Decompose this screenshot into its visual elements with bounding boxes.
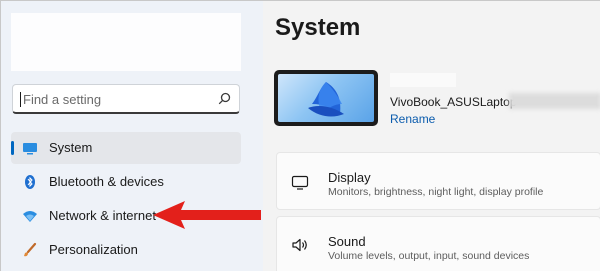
redacted-model [509, 93, 600, 109]
device-name: VivoBook_ASUSLaptop [390, 95, 517, 109]
brush-icon [24, 242, 37, 257]
search-placeholder: Find a setting [23, 92, 102, 107]
rename-link[interactable]: Rename [390, 112, 435, 126]
card-title: Display [328, 170, 371, 185]
search-icon[interactable] [218, 92, 231, 105]
sidebar-item-label: Bluetooth & devices [49, 174, 164, 189]
device-thumbnail [274, 70, 378, 126]
settings-window: Find a setting System Bluetooth & device… [0, 0, 600, 271]
main-content: System VivoBook_ASUSLaptop Rename Displa… [263, 1, 600, 271]
sidebar-item-bluetooth-devices[interactable]: Bluetooth & devices [11, 166, 241, 198]
card-title: Sound [328, 234, 366, 249]
red-arrow-annotation [153, 201, 261, 229]
search-input[interactable]: Find a setting [12, 84, 240, 114]
sidebar-item-label: Personalization [49, 242, 138, 257]
page-title: System [275, 14, 361, 41]
profile-area [11, 13, 241, 71]
sidebar-item-label: System [49, 140, 93, 155]
settings-card-sound[interactable]: Sound Volume levels, output, input, soun… [276, 216, 600, 271]
speaker-icon [292, 238, 307, 252]
sidebar-item-system[interactable]: System [11, 132, 241, 164]
wallpaper-image [278, 74, 374, 122]
text-caret [20, 92, 21, 107]
card-subtitle: Monitors, brightness, night light, displ… [328, 186, 544, 198]
settings-card-display[interactable]: Display Monitors, brightness, night ligh… [276, 152, 600, 210]
monitor-icon [291, 175, 309, 190]
card-subtitle: Volume levels, output, input, sound devi… [328, 250, 530, 262]
bloom-logo-icon [308, 82, 344, 117]
redacted-label [390, 73, 456, 87]
system-display-icon [23, 143, 37, 155]
bluetooth-icon [25, 175, 35, 189]
selection-indicator [11, 141, 14, 155]
sidebar-item-personalization[interactable]: Personalization [11, 234, 241, 266]
wifi-icon [23, 211, 37, 222]
sidebar-item-label: Network & internet [49, 208, 156, 223]
